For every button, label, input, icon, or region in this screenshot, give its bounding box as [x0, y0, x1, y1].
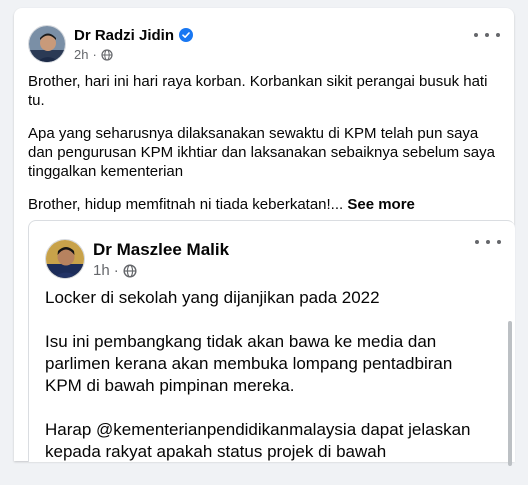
shared-post-author: Dr Maszlee Malik — [93, 239, 229, 260]
shared-post-header: Dr Maszlee Malik 1h · — [45, 235, 229, 283]
separator-dot: · — [113, 261, 119, 279]
scrollbar[interactable] — [508, 321, 512, 466]
post-paragraph: Apa yang seharusnya dilaksanakan sewaktu… — [28, 125, 495, 180]
post-paragraph: Brother, hari ini hari raya korban. Korb… — [28, 73, 488, 109]
globe-icon — [123, 263, 137, 278]
shared-paragraph: Locker di sekolah yang dijanjikan pada 2… — [45, 288, 380, 307]
post-header: Dr Radzi Jidin 2h · — [28, 22, 194, 66]
post-body: Brother, hari ini hari raya korban. Korb… — [28, 72, 498, 228]
more-options-icon[interactable] — [474, 28, 500, 42]
more-options-icon[interactable] — [475, 235, 501, 249]
shared-post-timestamp-row: 1h · — [93, 262, 229, 280]
shared-avatar[interactable] — [45, 239, 85, 279]
shared-post-time[interactable]: 1h — [93, 262, 110, 280]
separator-dot: · — [92, 46, 97, 62]
verified-badge-icon — [179, 28, 194, 42]
avatar[interactable] — [28, 25, 66, 63]
post-time[interactable]: 2h — [74, 47, 88, 63]
post-meta: Dr Radzi Jidin 2h · — [74, 26, 194, 63]
author-name[interactable]: Dr Radzi Jidin — [74, 26, 174, 45]
shared-paragraph: Harap @kementerianpendidikanmalaysia dap… — [45, 420, 471, 461]
shared-post: Dr Maszlee Malik 1h · Locker di sekolah … — [28, 220, 515, 466]
see-more-link[interactable]: See more — [347, 196, 415, 213]
post-truncated-text: Brother, hidup memfitnah ni tiada keberk… — [28, 196, 344, 213]
post-timestamp-row: 2h · — [74, 47, 193, 63]
shared-paragraph: Isu ini pembangkang tidak akan bawa ke m… — [45, 332, 453, 395]
shared-author-name[interactable]: Dr Maszlee Malik — [93, 239, 229, 260]
post-author: Dr Radzi Jidin — [74, 26, 194, 45]
post-last-line: Brother, hidup memfitnah ni tiada keberk… — [28, 195, 498, 214]
shared-post-body: Locker di sekolah yang dijanjikan pada 2… — [45, 287, 490, 485]
globe-icon — [101, 48, 113, 61]
shared-post-meta: Dr Maszlee Malik 1h · — [93, 239, 229, 280]
